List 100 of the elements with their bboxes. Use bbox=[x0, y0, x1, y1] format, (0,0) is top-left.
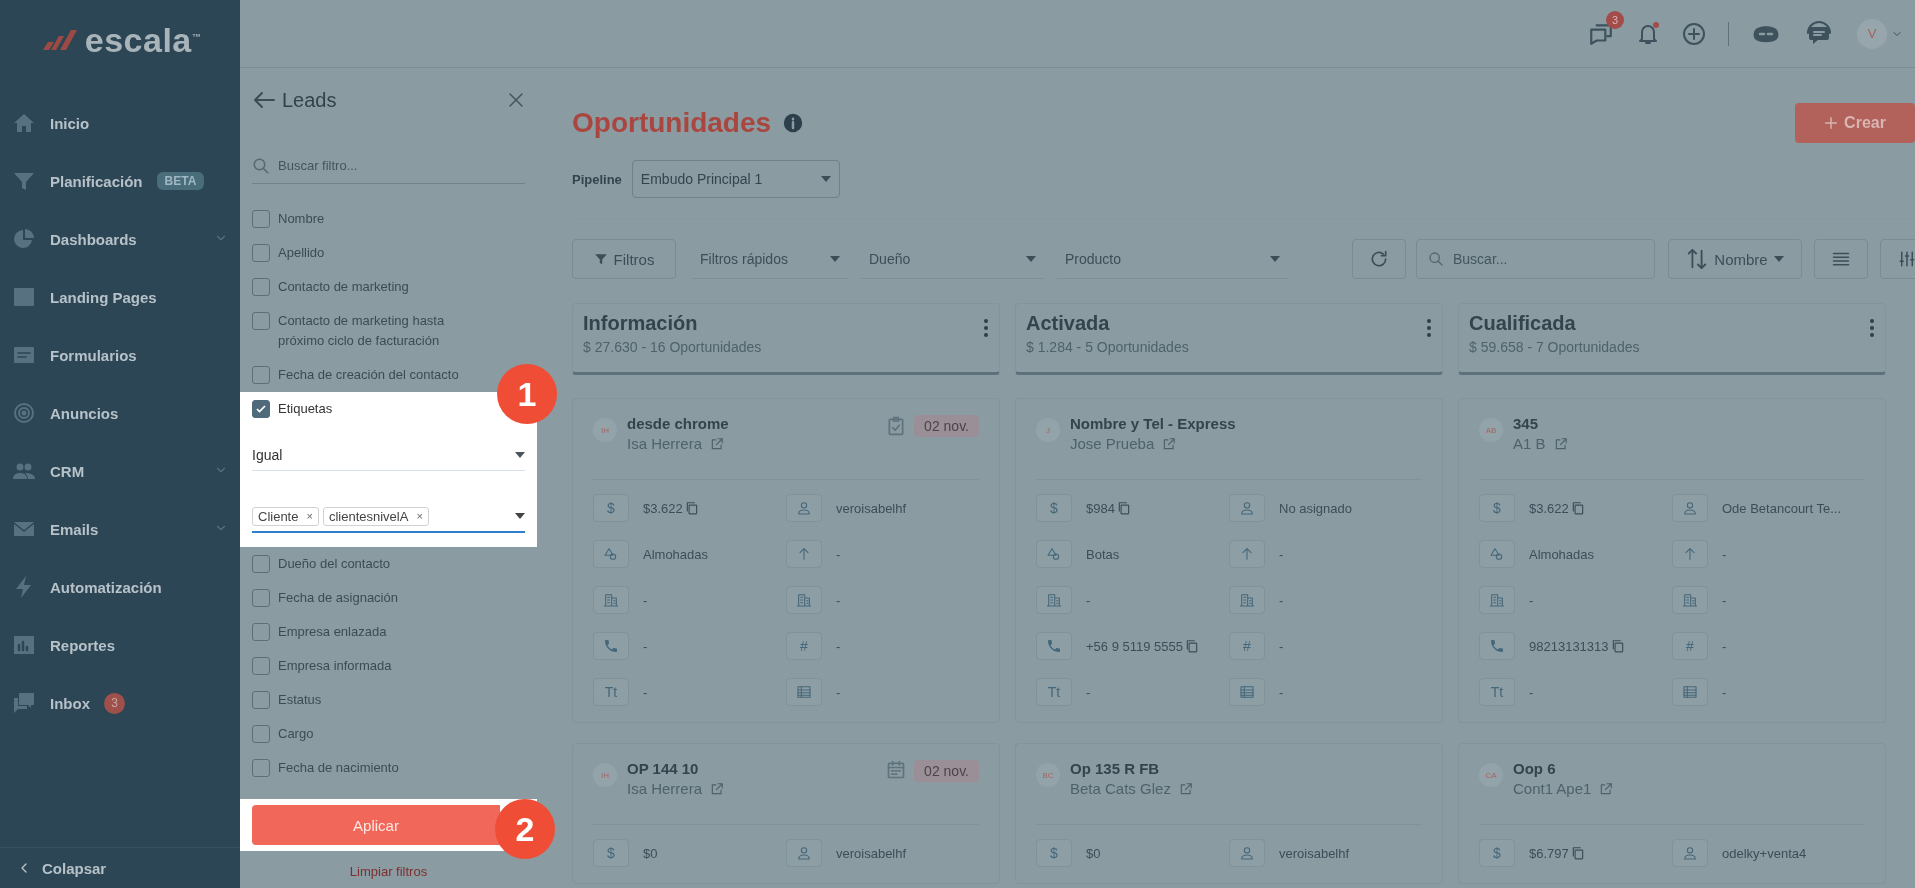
panel-title: Leads bbox=[282, 88, 337, 112]
dollar-icon: $ bbox=[1036, 494, 1072, 522]
field-value: - bbox=[836, 546, 841, 562]
logo-text: escala$^{™}$ bbox=[84, 20, 202, 60]
contact-link[interactable]: Beta Cats Glez bbox=[1070, 780, 1171, 797]
column-summary: $ 27.630 - 16 Oportunidades bbox=[583, 339, 762, 355]
sidebar-item[interactable]: Dashboards bbox=[0, 210, 240, 268]
opportunity-card[interactable]: CA Oop 6 Cont1 Ape1 $ $6.797 odelky+venta4 bbox=[1458, 743, 1886, 884]
sidebar-item[interactable]: Inicio bbox=[0, 94, 240, 152]
filter-option[interactable]: Nombre bbox=[240, 202, 337, 236]
initials-avatar: CA bbox=[1479, 763, 1503, 787]
field-value: Ode Betancourt Te... bbox=[1722, 500, 1841, 516]
hash-icon: # bbox=[1672, 632, 1708, 660]
field-value: - bbox=[1279, 638, 1284, 654]
pipeline-label: Pipeline bbox=[572, 171, 622, 187]
field-value: $0 bbox=[1086, 845, 1101, 861]
field-value: veroisabelhf bbox=[1279, 845, 1350, 861]
field-value: $984 bbox=[1086, 500, 1115, 516]
contact-link[interactable]: A1 B bbox=[1513, 435, 1546, 452]
count-badge: 3 bbox=[104, 692, 125, 714]
dollar-icon: $ bbox=[1479, 839, 1515, 867]
operator-select[interactable]: Igual bbox=[252, 440, 525, 471]
field-value: veroisabelhf bbox=[836, 845, 907, 861]
filter-option[interactable]: Empresa informada bbox=[240, 649, 404, 683]
field-value: - bbox=[1722, 546, 1727, 562]
column-summary: $ 1.284 - 5 Oportunidades bbox=[1026, 339, 1189, 355]
filter-option[interactable]: Estatus bbox=[240, 683, 334, 717]
initials-avatar: IH bbox=[593, 418, 617, 442]
sidebar-item[interactable]: Formularios bbox=[0, 326, 240, 384]
text-icon: Tt bbox=[1479, 678, 1515, 706]
contact-link[interactable]: Jose Prueba bbox=[1070, 435, 1155, 452]
dollar-icon: $ bbox=[1479, 494, 1515, 522]
filter-option[interactable]: Fecha de creación del contacto bbox=[240, 358, 471, 392]
field-value: - bbox=[1529, 592, 1534, 608]
step-marker: 1 bbox=[497, 364, 557, 424]
search-field[interactable]: Buscar filtro... bbox=[252, 148, 525, 184]
filter-option[interactable]: Apellido bbox=[240, 236, 337, 270]
filter-option[interactable]: Fecha de asignación bbox=[240, 581, 410, 615]
card-title: OP 144 10 bbox=[627, 760, 700, 777]
filter-option[interactable]: Contacto de marketing hasta próximo ciclo de facturación bbox=[240, 304, 500, 358]
filter-option[interactable]: Cargo bbox=[240, 717, 326, 751]
date-chip: 02 nov. bbox=[914, 415, 979, 437]
sidebar-item[interactable]: Automatización bbox=[0, 558, 240, 616]
field-value: $0 bbox=[643, 845, 658, 861]
initials-avatar: AB bbox=[1479, 418, 1503, 442]
field-value: - bbox=[836, 638, 841, 654]
opportunity-card[interactable]: IH desde chrome Isa Herrera 02 nov. $ $3.622 veroisabelhf Almohadas - - - - # - Tt - - bbox=[572, 398, 1000, 723]
field-value: veroisabelhf bbox=[836, 500, 907, 516]
field-value: - bbox=[1086, 684, 1091, 700]
sidebar-item[interactable]: Inbox 3 bbox=[0, 674, 240, 732]
sidebar-item[interactable]: CRM bbox=[0, 442, 240, 500]
contact-link[interactable]: Isa Herrera bbox=[627, 780, 703, 797]
contact-link[interactable]: Cont1 Ape1 bbox=[1513, 780, 1592, 797]
card-title: 345 bbox=[1513, 415, 1540, 432]
filter-dropdown[interactable]: Filtros rápidos bbox=[692, 239, 848, 279]
dollar-icon: $ bbox=[593, 839, 629, 867]
sidebar-item[interactable]: Anuncios bbox=[0, 384, 240, 442]
create-button[interactable]: Crear bbox=[1795, 103, 1915, 143]
contact-link[interactable]: Isa Herrera bbox=[627, 435, 703, 452]
field-value: 98213131313 bbox=[1529, 638, 1609, 654]
filters-button[interactable]: Filtros bbox=[572, 239, 676, 279]
column-title: Información bbox=[583, 312, 698, 335]
field-value: - bbox=[1722, 638, 1727, 654]
filter-option[interactable]: Etiquetas bbox=[240, 392, 345, 426]
dollar-icon: $ bbox=[1036, 839, 1072, 867]
field-value: No asignado bbox=[1279, 500, 1352, 516]
sidebar-item[interactable]: Planificación BETA bbox=[0, 152, 240, 210]
pipeline-select[interactable]: Embudo Principal 1 bbox=[631, 160, 840, 198]
apply-button[interactable]: Aplicar bbox=[252, 805, 500, 845]
remove-tag-button[interactable]: × bbox=[306, 510, 313, 522]
column-title: Activada bbox=[1026, 312, 1110, 335]
date-chip: 02 nov. bbox=[914, 760, 979, 782]
filter-option[interactable]: Empresa enlazada bbox=[240, 615, 399, 649]
tag-select[interactable]: Cliente × clientesnivelA × bbox=[252, 501, 525, 533]
remove-tag-button[interactable]: × bbox=[416, 510, 423, 522]
field-value: $6.797 bbox=[1529, 845, 1569, 861]
user-avatar[interactable]: V bbox=[1857, 18, 1887, 49]
filter-dropdown[interactable]: Producto bbox=[1057, 239, 1288, 279]
sidebar-item[interactable]: Emails bbox=[0, 500, 240, 558]
opportunity-card[interactable]: IH OP 144 10 Isa Herrera 02 nov. $ $0 veroisabelhf bbox=[572, 743, 1000, 884]
page-title: Oportunidades bbox=[572, 107, 772, 139]
sidebar-item[interactable]: Landing Pages bbox=[0, 268, 240, 326]
filter-option[interactable]: Dueño del contacto bbox=[240, 547, 403, 581]
field-value: - bbox=[1722, 592, 1727, 608]
tag-chip: Cliente × bbox=[252, 506, 319, 526]
field-value: - bbox=[643, 638, 648, 654]
filter-dropdown[interactable]: Dueño bbox=[861, 239, 1044, 279]
initials-avatar: IH bbox=[593, 763, 617, 787]
field-value: Botas bbox=[1086, 546, 1120, 562]
filter-option[interactable]: Contacto de marketing bbox=[240, 270, 421, 304]
sort-button[interactable]: Nombre bbox=[1668, 239, 1802, 279]
field-value: - bbox=[1722, 684, 1727, 700]
tag-chip: clientesnivelA × bbox=[322, 506, 429, 526]
sidebar-item[interactable]: Reportes bbox=[0, 616, 240, 674]
opportunity-card[interactable]: AB 345 A1 B $ $3.622 Ode Betancourt Te... Almohadas - - - 98213131313 # - Tt - - bbox=[1458, 398, 1886, 723]
opportunity-card[interactable]: BC Op 135 R FB Beta Cats Glez $ $0 veroisabelhf bbox=[1015, 743, 1443, 884]
search-field[interactable]: Buscar... bbox=[1416, 239, 1655, 279]
clear-filters-link[interactable]: Limpiar filtros bbox=[343, 863, 434, 880]
filter-option[interactable]: Fecha de nacimiento bbox=[240, 751, 411, 785]
field-value: - bbox=[1529, 684, 1534, 700]
